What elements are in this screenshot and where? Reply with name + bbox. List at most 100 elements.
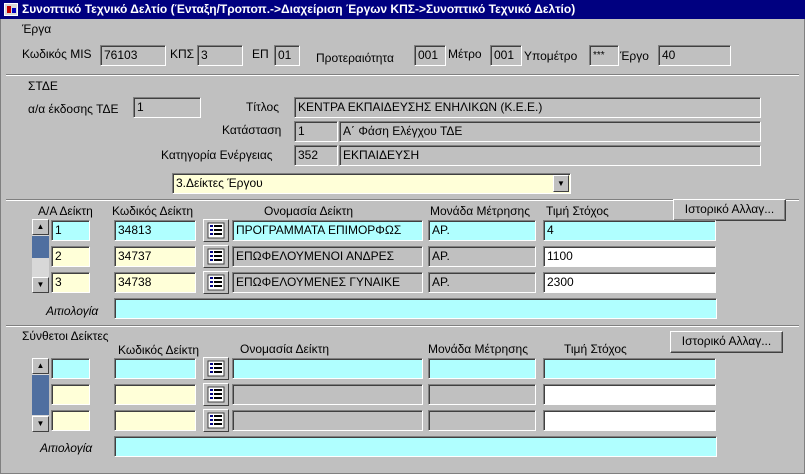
arrow-down-icon: ▼ — [36, 419, 45, 428]
category-label: Κατηγορία Ενέργειας — [161, 148, 273, 162]
indicator-code-2[interactable]: 34737 — [114, 246, 196, 267]
col-header-target: Τιμή Στόχος — [546, 204, 609, 218]
composite-unit-1[interactable] — [428, 358, 536, 379]
composite-target-2[interactable] — [543, 384, 716, 405]
composite-col-header-code: Κωδικός Δείκτη — [118, 343, 199, 357]
issue-label: α/α έκδοσης ΤΔΕ — [28, 102, 119, 116]
indicators-history-button[interactable]: Ιστορικό Αλλαγ... — [673, 199, 786, 221]
indicator-aa-2[interactable]: 2 — [51, 246, 90, 267]
app-icon[interactable] — [4, 3, 18, 16]
composite-name-1[interactable] — [232, 358, 423, 379]
arrow-up-icon: ▲ — [36, 361, 45, 370]
composite-scroll-up[interactable]: ▲ — [32, 358, 49, 374]
composite-aa-1[interactable] — [51, 358, 90, 379]
composite-justification-label: Αιτιολογία — [40, 441, 93, 455]
erga-section-label: Έργα — [22, 22, 52, 36]
indicator-target-1[interactable]: 4 — [543, 220, 716, 241]
col-header-name: Ονομασία Δείκτη — [264, 204, 353, 218]
indicator-name-3[interactable]: ΕΠΩΦΕΛΟΥΜΕΝΕΣ ΓΥΝΑΙΚΕ — [232, 272, 423, 293]
composite-name-3[interactable] — [232, 410, 423, 431]
composite-lov-button-2[interactable] — [203, 383, 229, 406]
list-values-icon — [207, 360, 225, 377]
composite-lov-button-3[interactable] — [203, 409, 229, 432]
composite-name-2[interactable] — [232, 384, 423, 405]
kps-field[interactable]: 3 — [197, 45, 243, 66]
list-values-icon — [207, 274, 225, 291]
col-header-aa: Α/Α Δείκτη — [38, 204, 93, 218]
arrow-down-icon: ▼ — [36, 280, 45, 289]
indicator-code-3[interactable]: 34738 — [114, 272, 196, 293]
issue-field[interactable]: 1 — [133, 97, 201, 118]
title-field[interactable]: ΚΕΝΤΡΑ ΕΚΠΑΙΔΕΥΣΗΣ ΕΝΗΛΙΚΩΝ (Κ.Ε.Ε.) — [294, 97, 761, 118]
list-values-icon — [207, 248, 225, 265]
chevron-down-icon: ▼ — [557, 179, 565, 188]
priority-field[interactable]: 001 — [414, 45, 446, 66]
indicator-lov-button-3[interactable] — [203, 271, 229, 294]
indicator-aa-3[interactable]: 3 — [51, 272, 90, 293]
indicator-code-1[interactable]: 34813 — [114, 220, 196, 241]
indicator-lov-button-2[interactable] — [203, 245, 229, 268]
ep-field[interactable]: 01 — [274, 45, 300, 66]
composite-unit-3[interactable] — [428, 410, 536, 431]
stde-section-label: ΣΤΔΕ — [28, 79, 58, 93]
composite-scroll-thumb[interactable] — [32, 375, 49, 415]
composite-target-3[interactable] — [543, 410, 716, 431]
indicator-target-2[interactable]: 1100 — [543, 246, 716, 267]
metro-field[interactable]: 001 — [490, 45, 522, 66]
metro-label: Μέτρο — [448, 47, 482, 61]
priority-label: Προτεραιότητα — [316, 51, 394, 65]
composite-col-header-name: Ονομασία Δείκτη — [240, 342, 329, 356]
indicators-justification-field[interactable] — [114, 298, 717, 319]
list-values-icon — [207, 222, 225, 239]
tab-selector-value: 3.Δείκτες Έργου — [176, 176, 263, 190]
indicator-target-3[interactable]: 2300 — [543, 272, 716, 293]
indicator-unit-2[interactable]: ΑΡ. — [428, 246, 536, 267]
composite-code-2[interactable] — [114, 384, 196, 405]
composite-code-3[interactable] — [114, 410, 196, 431]
indicators-justification-label: Αιτιολογία — [46, 304, 99, 318]
tab-selector-dropdown-button[interactable]: ▼ — [553, 175, 569, 192]
composite-col-header-target: Τιμή Στόχος — [564, 342, 627, 356]
composite-col-header-unit: Μονάδα Μέτρησης — [428, 342, 529, 356]
indicator-unit-1[interactable]: ΑΡ. — [428, 220, 536, 241]
status-text-field[interactable]: Α΄ Φάση Ελέγχου ΤΔΕ — [339, 121, 761, 142]
composite-target-1[interactable] — [543, 358, 716, 379]
composite-history-button[interactable]: Ιστορικό Αλλαγ... — [670, 331, 783, 353]
list-values-icon — [207, 412, 225, 429]
composite-lov-button-1[interactable] — [203, 357, 229, 380]
col-header-unit: Μονάδα Μέτρησης — [430, 204, 531, 218]
window-title-bar[interactable]: Συνοπτικό Τεχνικό Δελτίο (Ένταξη/Τροποπ.… — [0, 0, 805, 19]
indicator-lov-button-1[interactable] — [203, 219, 229, 242]
indicators-scroll-up[interactable]: ▲ — [32, 219, 49, 235]
composite-aa-2[interactable] — [51, 384, 90, 405]
composite-scroll-down[interactable]: ▼ — [32, 416, 49, 432]
mis-label: Κωδικός MIS — [22, 47, 92, 61]
divider-composite — [6, 325, 799, 327]
submetro-field[interactable]: *** — [589, 45, 619, 66]
composite-aa-3[interactable] — [51, 410, 90, 431]
kps-label: ΚΠΣ — [170, 47, 195, 61]
composite-justification-field[interactable] — [114, 436, 717, 457]
ergo-field[interactable]: 40 — [658, 45, 731, 66]
indicator-name-1[interactable]: ΠΡΟΓΡΑΜΜΑΤΑ ΕΠΙΜΟΡΦΩΣ — [232, 220, 423, 241]
status-label: Κατάσταση — [222, 123, 282, 137]
composite-code-1[interactable] — [114, 358, 196, 379]
indicators-scroll-thumb[interactable] — [32, 236, 49, 258]
mis-field[interactable]: 76103 — [100, 45, 166, 66]
indicator-name-2[interactable]: ΕΠΩΦΕΛΟΥΜΕΝΟΙ ΑΝΔΡΕΣ — [232, 246, 423, 267]
tab-selector[interactable]: 3.Δείκτες Έργου — [172, 173, 571, 194]
title-label: Τίτλος — [246, 100, 280, 114]
category-code-field[interactable]: 352 — [294, 145, 338, 166]
composite-unit-2[interactable] — [428, 384, 536, 405]
divider-stde — [6, 74, 799, 76]
ergo-label: Έργο — [620, 49, 649, 63]
ep-label: ΕΠ — [252, 47, 269, 61]
indicator-aa-1[interactable]: 1 — [51, 220, 90, 241]
status-code-field[interactable]: 1 — [294, 121, 338, 142]
category-text-field[interactable]: ΕΚΠΑΙΔΕΥΣΗ — [339, 145, 761, 166]
indicator-unit-3[interactable]: ΑΡ. — [428, 272, 536, 293]
window-title: Συνοπτικό Τεχνικό Δελτίο (Ένταξη/Τροποπ.… — [22, 2, 576, 16]
col-header-code: Κωδικός Δείκτη — [112, 204, 193, 218]
composite-section-label: Σύνθετοι Δείκτες — [22, 329, 109, 343]
indicators-scroll-down[interactable]: ▼ — [32, 277, 49, 293]
